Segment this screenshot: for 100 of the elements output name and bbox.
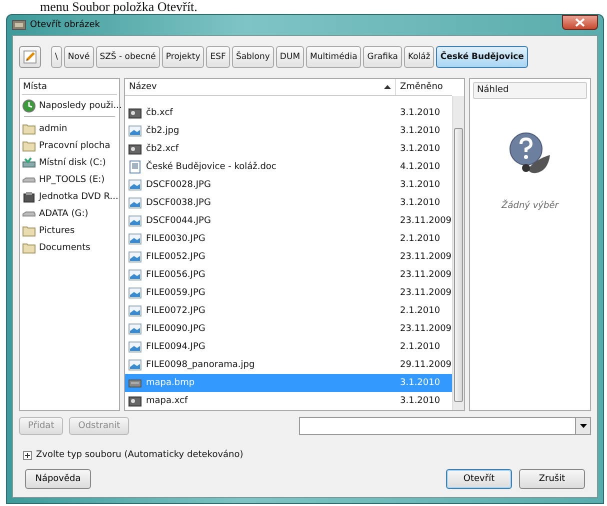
path-button[interactable]: Koláž: [404, 46, 434, 68]
pencil-icon: [23, 50, 37, 64]
document-caption: menu Soubor položka Otevřít.: [39, 0, 198, 14]
column-header[interactable]: Název: [125, 79, 396, 95]
help-button[interactable]: Nápověda: [25, 469, 91, 489]
file-date: 3.1.2010: [399, 180, 442, 190]
file-row[interactable]: FILE0094.JPG 2.1.2010: [125, 338, 452, 356]
file-date: 2.1.2010: [399, 342, 442, 352]
file-name: FILE0059.JPG: [146, 288, 206, 298]
disk-icon: [22, 156, 36, 170]
file-date: 23.11.2009: [399, 288, 452, 298]
column-header[interactable]: Změněno: [396, 79, 452, 95]
image-file-icon: [128, 268, 142, 282]
place-item[interactable]: Pracovní plocha: [22, 137, 117, 154]
image-file-icon: [128, 124, 142, 138]
close-button[interactable]: [562, 15, 598, 30]
folder-icon: [22, 224, 36, 238]
file-date: 4.1.2010: [399, 162, 442, 172]
preview-header[interactable]: Náhled: [473, 82, 587, 99]
file-name: DSCF0044.JPG: [146, 216, 211, 226]
file-name: DSCF0028.JPG: [146, 180, 211, 190]
window-title: Otevřít obrázek: [30, 20, 101, 30]
file-date: 23.11.2009: [399, 270, 452, 280]
image-file-icon: [128, 304, 142, 318]
path-button[interactable]: Projekty: [162, 46, 204, 68]
file-name: čb.xcf: [146, 108, 173, 118]
image-file-icon: [128, 340, 142, 354]
file-row[interactable]: čb2.xcf 3.1.2010: [125, 140, 452, 158]
file-row[interactable]: mapa.xcf 3.1.2010: [125, 392, 452, 410]
path-button[interactable]: Nové: [64, 46, 94, 68]
file-name: DSCF0038.JPG: [146, 198, 211, 208]
place-item[interactable]: Documents: [22, 239, 117, 256]
file-name: FILE0098_panorama.jpg: [146, 360, 255, 370]
image-file-icon: [128, 178, 142, 192]
place-item[interactable]: Jednotka DVD R...: [22, 188, 117, 205]
path-button[interactable]: České Budějovice: [436, 46, 528, 68]
file-row[interactable]: FILE0072.JPG 2.1.2010: [125, 302, 452, 320]
file-row[interactable]: čb2.jpg 3.1.2010: [125, 122, 452, 140]
path-button[interactable]: Multimédia: [306, 46, 362, 68]
file-row[interactable]: DSCF0028.JPG 3.1.2010: [125, 176, 452, 194]
file-date: 3.1.2010: [399, 378, 442, 388]
folder-icon: [22, 240, 36, 254]
dialog-button[interactable]: Zrušit: [519, 469, 585, 489]
file-row[interactable]: DSCF0038.JPG 3.1.2010: [125, 194, 452, 212]
file-row[interactable]: FILE0030.JPG 2.1.2010: [125, 230, 452, 248]
file-date: 23.11.2009: [399, 252, 452, 262]
path-button[interactable]: SZŠ - obecné: [96, 46, 160, 68]
file-row[interactable]: FILE0059.JPG 23.11.2009: [125, 284, 452, 302]
file-name: FILE0056.JPG: [146, 270, 206, 280]
file-name: České Budějovice - koláž.doc: [146, 162, 276, 172]
file-date: 2.1.2010: [399, 306, 442, 316]
image-file-icon: [128, 358, 142, 372]
image-file-icon: [128, 232, 142, 246]
file-name: FILE0052.JPG: [146, 252, 206, 262]
edit-location-button[interactable]: [19, 46, 41, 68]
path-button[interactable]: Šablony: [232, 46, 274, 68]
file-name: mapa.xcf: [146, 396, 188, 406]
file-name: FILE0090.JPG: [146, 324, 206, 334]
place-item[interactable]: Pictures: [22, 222, 117, 239]
column-header[interactable]: Místa: [22, 81, 117, 95]
image-icon: [12, 20, 26, 30]
file-row[interactable]: FILE0052.JPG 23.11.2009: [125, 248, 452, 266]
folder-icon: [22, 122, 36, 136]
file-icon: [128, 142, 142, 156]
path-button[interactable]: ESF: [206, 46, 230, 68]
file-row[interactable]: FILE0090.JPG 23.11.2009: [125, 320, 452, 338]
place-item[interactable]: HP_TOOLS (E:): [22, 171, 117, 188]
file-date: 23.11.2009: [399, 324, 452, 334]
place-item[interactable]: Místní disk (C:): [22, 154, 117, 171]
file-row[interactable]: DSCF0044.JPG 23.11.2009: [125, 212, 452, 230]
dialog-button[interactable]: Otevřít: [446, 469, 512, 489]
file-date: 23.11.2009: [399, 216, 452, 226]
file-row[interactable]: čb.xcf 3.1.2010: [125, 104, 452, 122]
scrollbar[interactable]: [452, 96, 464, 410]
place-item[interactable]: admin: [22, 120, 117, 137]
sort-arrow-icon: [384, 85, 391, 89]
path-button[interactable]: Grafika: [363, 46, 402, 68]
path-button[interactable]: DUM: [276, 46, 304, 68]
file-name: FILE0072.JPG: [146, 306, 206, 316]
preview-message: Žádný výběr: [502, 201, 558, 211]
image-file-icon: [128, 196, 142, 210]
caret-icon: [580, 424, 586, 428]
file-row[interactable]: FILE0098_panorama.jpg 29.11.2009: [125, 356, 452, 374]
image-file-icon: [128, 214, 142, 228]
place-item[interactable]: ADATA (G:): [22, 205, 117, 222]
file-row[interactable]: České Budějovice - koláž.doc 4.1.2010: [125, 158, 452, 176]
close-icon: [575, 18, 585, 27]
expander-label[interactable]: Zvolte typ souboru (Automaticky detekováno): [36, 450, 244, 460]
filename-combo[interactable]: [299, 417, 591, 435]
file-row[interactable]: FILE0056.JPG 23.11.2009: [125, 266, 452, 284]
file-icon: [128, 394, 142, 408]
path-button[interactable]: \: [51, 46, 62, 68]
file-date: 3.1.2010: [399, 396, 442, 406]
file-name: FILE0094.JPG: [146, 342, 206, 352]
file-name: čb2.jpg: [146, 126, 180, 136]
expander-toggle[interactable]: [23, 450, 32, 460]
document-icon: [128, 160, 142, 174]
folder-icon: [22, 138, 36, 152]
file-date: 3.1.2010: [399, 144, 442, 154]
file-date: 29.11.2009: [399, 360, 452, 370]
